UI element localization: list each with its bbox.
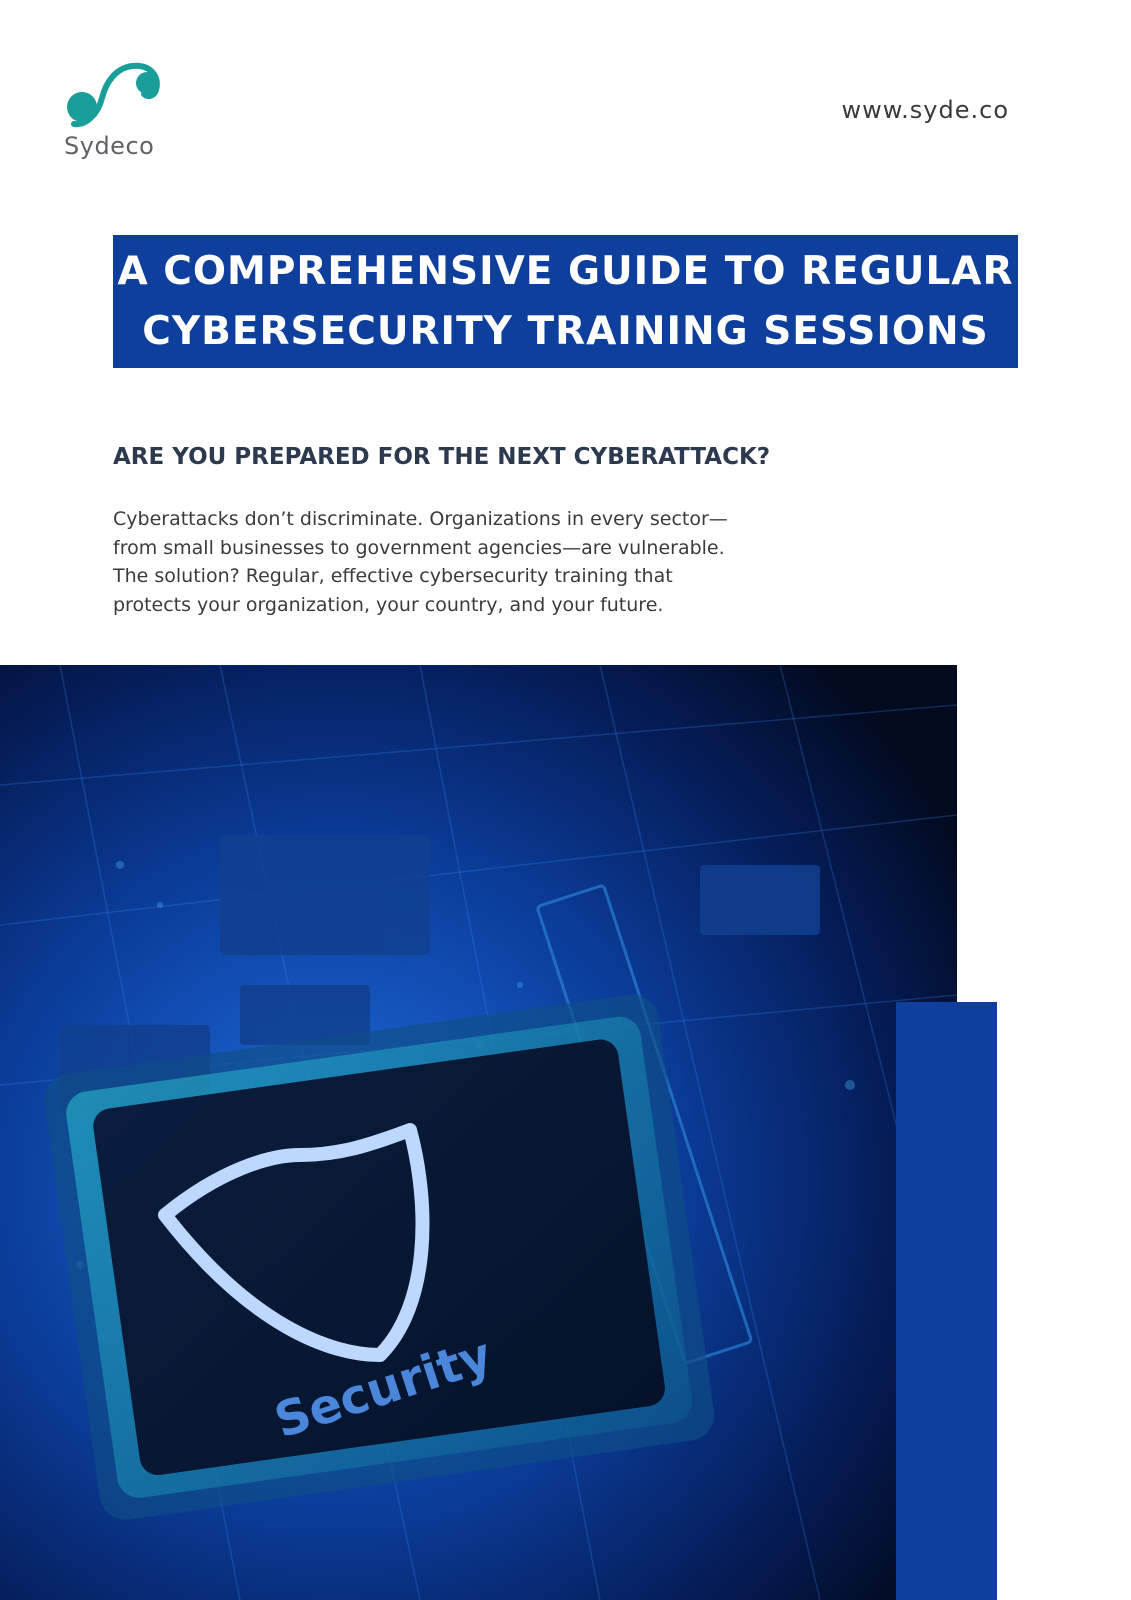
logo-wordmark: Sydeco bbox=[64, 132, 155, 160]
website-url[interactable]: www.syde.co bbox=[841, 96, 1009, 124]
title-banner: A COMPREHENSIVE GUIDE TO REGULAR CYBERSE… bbox=[113, 235, 1018, 368]
intro-line: from small businesses to government agen… bbox=[113, 536, 725, 559]
intro-line: protects your organization, your country… bbox=[113, 593, 664, 616]
section-heading: ARE YOU PREPARED FOR THE NEXT CYBERATTAC… bbox=[113, 444, 771, 470]
intro-line: Cyberattacks don’t discriminate. Organiz… bbox=[113, 508, 728, 530]
intro-paragraph: Cyberattacks don’t discriminate. Organiz… bbox=[113, 505, 753, 619]
title-line-1: A COMPREHENSIVE GUIDE TO REGULAR bbox=[117, 248, 1014, 294]
circuit-board-illustration: Security bbox=[0, 665, 957, 1600]
document-title: A COMPREHENSIVE GUIDE TO REGULAR CYBERSE… bbox=[117, 242, 1013, 362]
title-line-2: CYBERSECURITY TRAINING SESSIONS bbox=[142, 308, 989, 354]
hero-image: Security bbox=[0, 665, 957, 1600]
accent-bar bbox=[896, 1002, 997, 1600]
sydeco-logo: Sydeco bbox=[62, 62, 172, 162]
logo-mark bbox=[67, 62, 160, 128]
intro-line: The solution? Regular, effective cyberse… bbox=[113, 565, 673, 587]
